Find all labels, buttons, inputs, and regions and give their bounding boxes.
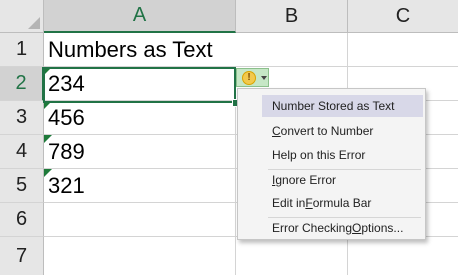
menu-header-number-stored-as-text: Number Stored as Text [262,95,423,117]
cell-a2[interactable]: 234 [44,67,236,101]
row-header-7[interactable]: 7 [0,237,44,275]
cell-a4-text: 789 [48,138,85,164]
menu-item-help-on-error[interactable]: Help on this Error [262,144,423,166]
cell-b1[interactable] [236,33,348,67]
menu-item-convert-to-number[interactable]: Convert to Number [262,120,423,142]
row-header-5[interactable]: 5 [0,169,44,203]
menu-item-ignore-error[interactable]: Ignore Error [262,169,423,191]
menu-item-error-checking-options[interactable]: Error Checking Options... [262,217,423,239]
column-header-c[interactable]: C [348,0,458,33]
error-indicator-triangle [44,135,52,143]
error-indicator-triangle [44,101,52,109]
cell-a1-text: Numbers as Text [48,36,213,62]
cell-a5-text: 321 [48,172,85,198]
cell-c1[interactable] [348,33,458,67]
row-header-4[interactable]: 4 [0,135,44,169]
cell-a3-text: 456 [48,104,85,130]
error-indicator-triangle [44,169,52,177]
chevron-down-icon [261,75,267,80]
cell-a4[interactable]: 789 [44,135,236,169]
error-options-menu: Number Stored as Text Convert to Number … [237,88,426,240]
cell-a2-text: 234 [48,70,85,96]
row-header-6[interactable]: 6 [0,203,44,237]
cell-a1[interactable]: Numbers as Text [44,33,236,67]
menu-item-edit-in-formula-bar[interactable]: Edit in Formula Bar [262,192,423,214]
cell-a5[interactable]: 321 [44,169,236,203]
error-options-button[interactable]: ! [236,68,269,87]
cell-a7[interactable] [44,237,236,275]
cell-c7[interactable] [348,237,458,275]
row-header-2[interactable]: 2 [0,67,44,101]
cell-b7[interactable] [236,237,348,275]
row-header-1[interactable]: 1 [0,33,44,67]
column-header-a[interactable]: A [44,0,236,33]
cell-a6[interactable] [44,203,236,237]
cell-a3[interactable]: 456 [44,101,236,135]
warning-icon: ! [242,70,256,85]
column-header-b[interactable]: B [236,0,348,33]
row-header-3[interactable]: 3 [0,101,44,135]
select-all-button[interactable] [0,0,44,33]
error-indicator-triangle [44,67,52,75]
